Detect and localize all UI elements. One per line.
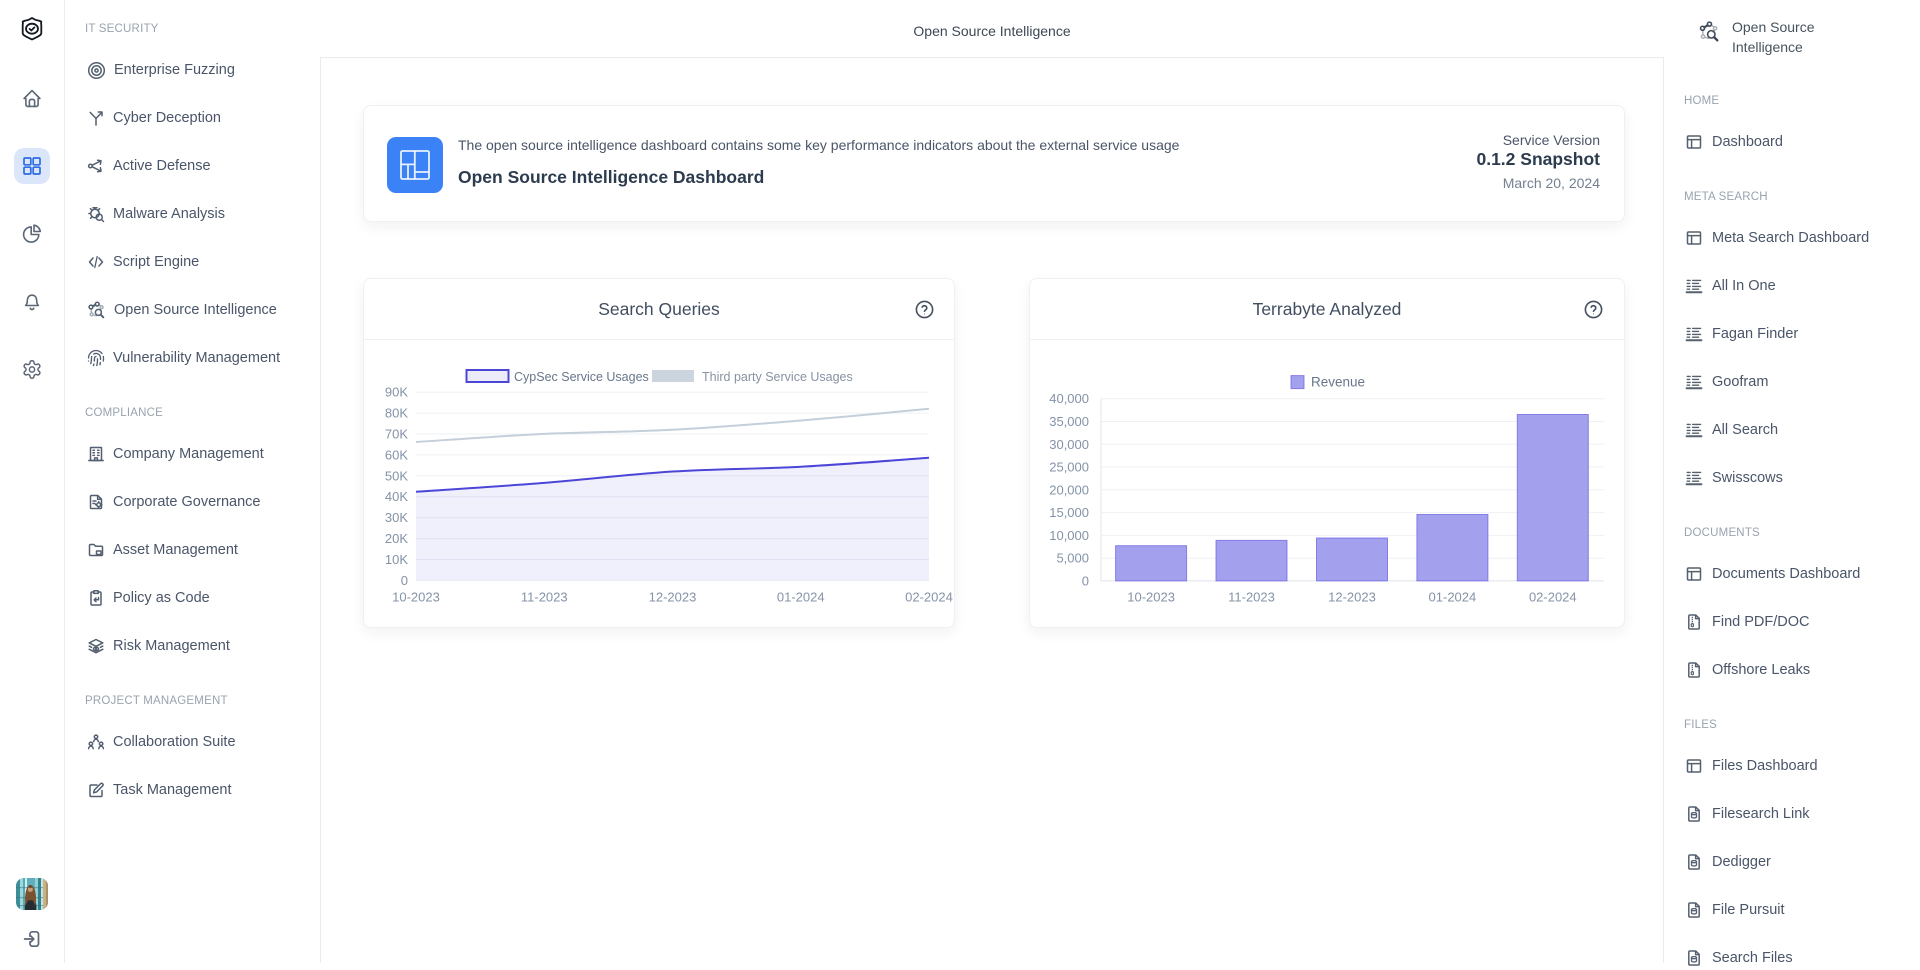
svg-text:CypSec Service Usages: CypSec Service Usages bbox=[514, 370, 649, 384]
svg-text:02-2024: 02-2024 bbox=[905, 590, 953, 605]
svg-text:0: 0 bbox=[401, 573, 408, 588]
svg-text:12-2023: 12-2023 bbox=[1328, 590, 1376, 605]
svg-text:10-2023: 10-2023 bbox=[392, 590, 440, 605]
svg-text:30,000: 30,000 bbox=[1049, 437, 1089, 452]
svg-text:20,000: 20,000 bbox=[1049, 482, 1089, 497]
svg-text:70K: 70K bbox=[385, 427, 408, 442]
svg-text:25,000: 25,000 bbox=[1049, 460, 1089, 475]
svg-text:10,000: 10,000 bbox=[1049, 528, 1089, 543]
svg-text:40,000: 40,000 bbox=[1049, 391, 1089, 406]
svg-text:20K: 20K bbox=[385, 531, 408, 546]
svg-text:11-2023: 11-2023 bbox=[1228, 590, 1275, 605]
svg-text:90K: 90K bbox=[385, 385, 408, 400]
svg-text:5,000: 5,000 bbox=[1056, 551, 1089, 566]
svg-text:60K: 60K bbox=[385, 447, 408, 462]
svg-text:40K: 40K bbox=[385, 489, 408, 504]
svg-text:0: 0 bbox=[1082, 573, 1089, 588]
svg-text:Revenue: Revenue bbox=[1311, 375, 1365, 390]
svg-text:12-2023: 12-2023 bbox=[649, 590, 697, 605]
svg-text:50K: 50K bbox=[385, 468, 408, 483]
svg-text:02-2024: 02-2024 bbox=[1529, 590, 1577, 605]
svg-text:80K: 80K bbox=[385, 406, 408, 421]
svg-text:01-2024: 01-2024 bbox=[1429, 590, 1477, 605]
svg-text:30K: 30K bbox=[385, 510, 408, 525]
svg-text:15,000: 15,000 bbox=[1049, 505, 1089, 520]
svg-text:10-2023: 10-2023 bbox=[1127, 590, 1175, 605]
svg-text:35,000: 35,000 bbox=[1049, 414, 1089, 429]
svg-text:10K: 10K bbox=[385, 552, 408, 567]
svg-text:01-2024: 01-2024 bbox=[777, 590, 825, 605]
svg-text:11-2023: 11-2023 bbox=[521, 590, 568, 605]
svg-text:Third party Service Usages: Third party Service Usages bbox=[702, 370, 853, 384]
